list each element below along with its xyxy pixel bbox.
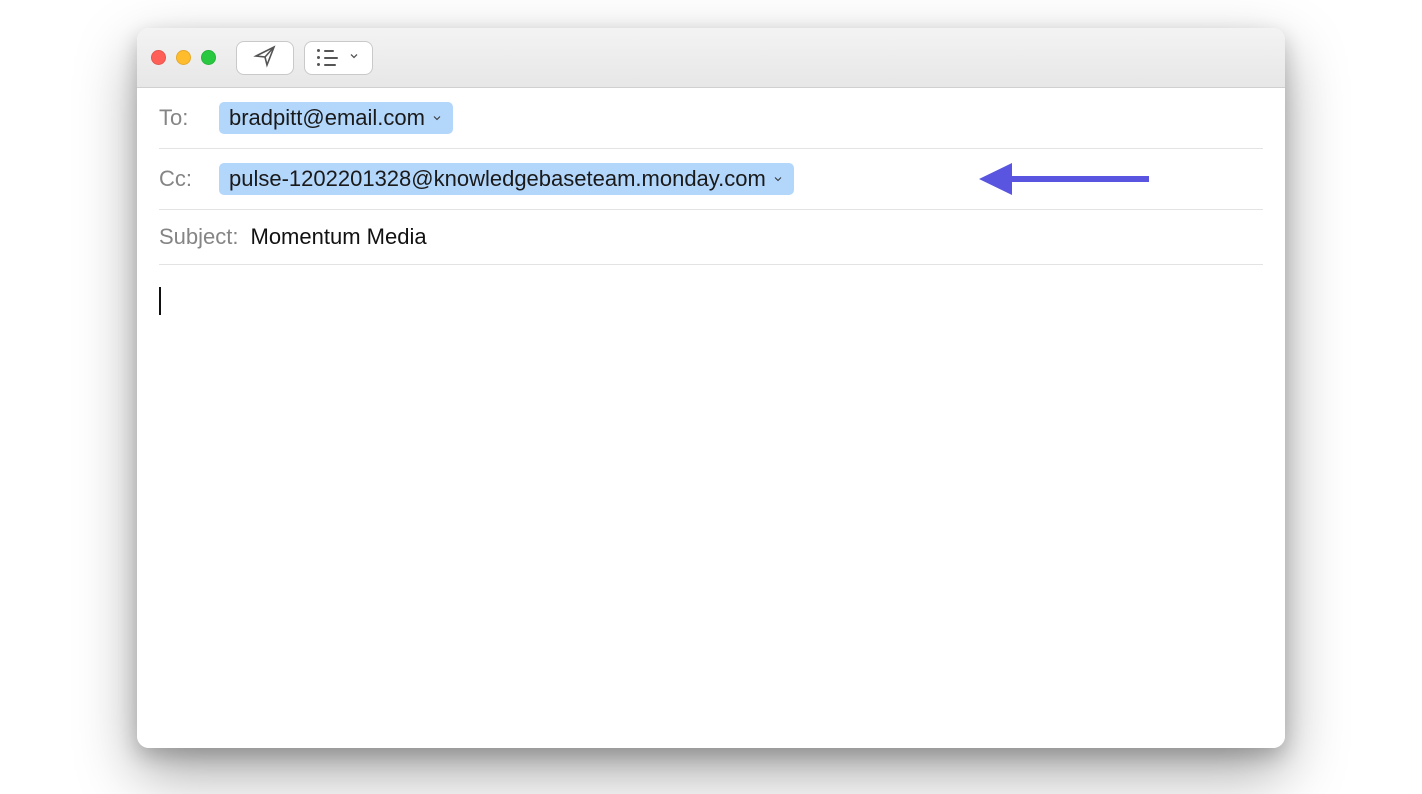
chevron-down-icon: [772, 173, 784, 185]
cc-recipient-chip[interactable]: pulse-1202201328@knowledgebaseteam.monda…: [219, 163, 794, 195]
to-label: To:: [159, 105, 207, 131]
annotation-arrow-icon: [974, 149, 1154, 209]
minimize-window-button[interactable]: [176, 50, 191, 65]
window-controls: [151, 50, 216, 65]
subject-field-row[interactable]: Subject: Momentum Media: [159, 210, 1263, 265]
compose-window: To: bradpitt@email.com Cc: pulse-1202201…: [137, 28, 1285, 748]
maximize-window-button[interactable]: [201, 50, 216, 65]
cc-field-row[interactable]: Cc: pulse-1202201328@knowledgebaseteam.m…: [159, 149, 1263, 210]
list-icon: [317, 49, 342, 66]
chevron-down-icon: [431, 112, 443, 124]
subject-value: Momentum Media: [251, 224, 427, 250]
send-button[interactable]: [236, 41, 294, 75]
to-recipient-chip[interactable]: bradpitt@email.com: [219, 102, 453, 134]
to-field-row[interactable]: To: bradpitt@email.com: [159, 88, 1263, 149]
titlebar: [137, 28, 1285, 88]
header-fields-dropdown-button[interactable]: [304, 41, 373, 75]
chevron-down-icon: [348, 50, 360, 65]
subject-label: Subject:: [159, 224, 239, 250]
cc-label: Cc:: [159, 166, 207, 192]
cc-recipient-text: pulse-1202201328@knowledgebaseteam.monda…: [229, 166, 766, 192]
to-recipient-text: bradpitt@email.com: [229, 105, 425, 131]
close-window-button[interactable]: [151, 50, 166, 65]
text-cursor: [159, 287, 161, 315]
paper-plane-icon: [253, 44, 277, 71]
compose-area: To: bradpitt@email.com Cc: pulse-1202201…: [137, 88, 1285, 748]
message-body[interactable]: [159, 265, 1263, 315]
